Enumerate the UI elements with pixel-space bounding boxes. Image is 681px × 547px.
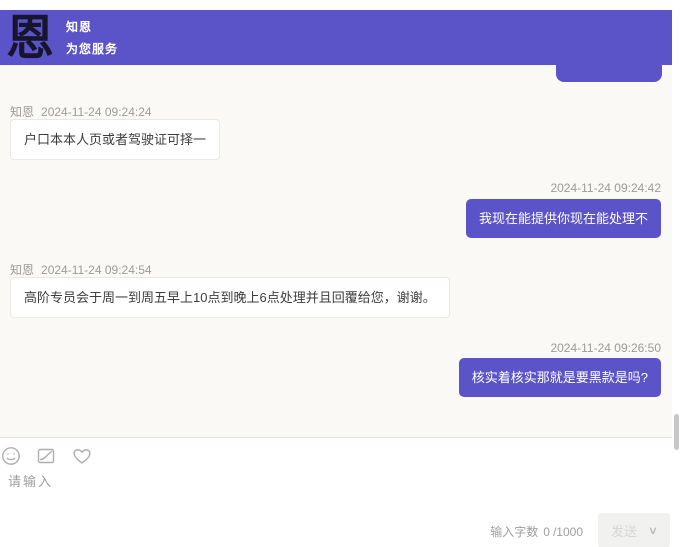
- message-input[interactable]: 请输入: [8, 471, 508, 491]
- message-meta: 知恩 2024-11-24 09:24:54: [10, 261, 152, 278]
- agent-message-bubble: 高阶专员会于周一到周五早上10点到晚上6点处理并且回覆给您，谢谢。: [10, 277, 450, 318]
- agent-message-bubble: 户口本本人页或者驾驶证可择一: [10, 119, 220, 160]
- char-count-value: 0: [543, 525, 550, 539]
- char-counter: 输入字数 0/1000: [490, 523, 583, 540]
- composer-footer: 输入字数 0/1000 发送 ∨: [490, 513, 670, 547]
- message-timestamp: 2024-11-24 09:24:54: [41, 263, 152, 277]
- message-meta: 知恩 2024-11-24 09:24:24: [10, 103, 152, 120]
- message-timestamp: 2024-11-24 09:24:24: [41, 105, 152, 119]
- message-meta: 2024-11-24 09:24:42: [550, 181, 661, 195]
- composer-toolbar: [1, 446, 91, 466]
- partial-message-bubble: [556, 65, 662, 82]
- message-meta: 2024-11-24 09:26:50: [550, 341, 661, 355]
- message-timestamp: 2024-11-24 09:26:50: [550, 341, 661, 355]
- brand-name: 知恩: [66, 18, 118, 35]
- emoji-smiley-icon[interactable]: [1, 446, 21, 466]
- user-message-bubble: 核实着核实那就是要黑款是吗?: [459, 358, 661, 397]
- chat-message-list[interactable]: 知恩 2024-11-24 09:24:24 户口本本人页或者驾驶证可择一 202…: [0, 65, 672, 437]
- sender-name: 知恩: [10, 263, 34, 277]
- brand-tagline: 为您服务: [66, 40, 118, 57]
- sender-name: 知恩: [10, 105, 34, 119]
- char-limit: /1000: [553, 525, 583, 539]
- brand-logo: 恩: [6, 14, 54, 62]
- image-upload-icon[interactable]: [36, 446, 56, 466]
- user-message-bubble: 我现在能提供你现在能处理不: [466, 199, 661, 238]
- header-bar: 恩 知恩 为您服务: [0, 10, 672, 65]
- scrollbar-thumb[interactable]: [674, 414, 679, 450]
- brand-block: 知恩 为您服务: [66, 18, 118, 57]
- send-button[interactable]: 发送 ∨: [598, 513, 670, 547]
- chevron-down-icon[interactable]: ∨: [648, 524, 658, 537]
- char-counter-label: 输入字数: [490, 525, 538, 539]
- scrollbar-track[interactable]: [672, 0, 681, 533]
- composer-panel: 请输入 输入字数0/1000 发送 ∨: [0, 437, 681, 533]
- chat-widget: 恩 知恩 为您服务 知恩 2024-11-24 09:24:24 户口本本人页或者…: [0, 0, 681, 533]
- message-timestamp: 2024-11-24 09:24:42: [550, 181, 661, 195]
- send-button-label: 发送: [611, 521, 637, 540]
- heart-icon[interactable]: [71, 446, 91, 466]
